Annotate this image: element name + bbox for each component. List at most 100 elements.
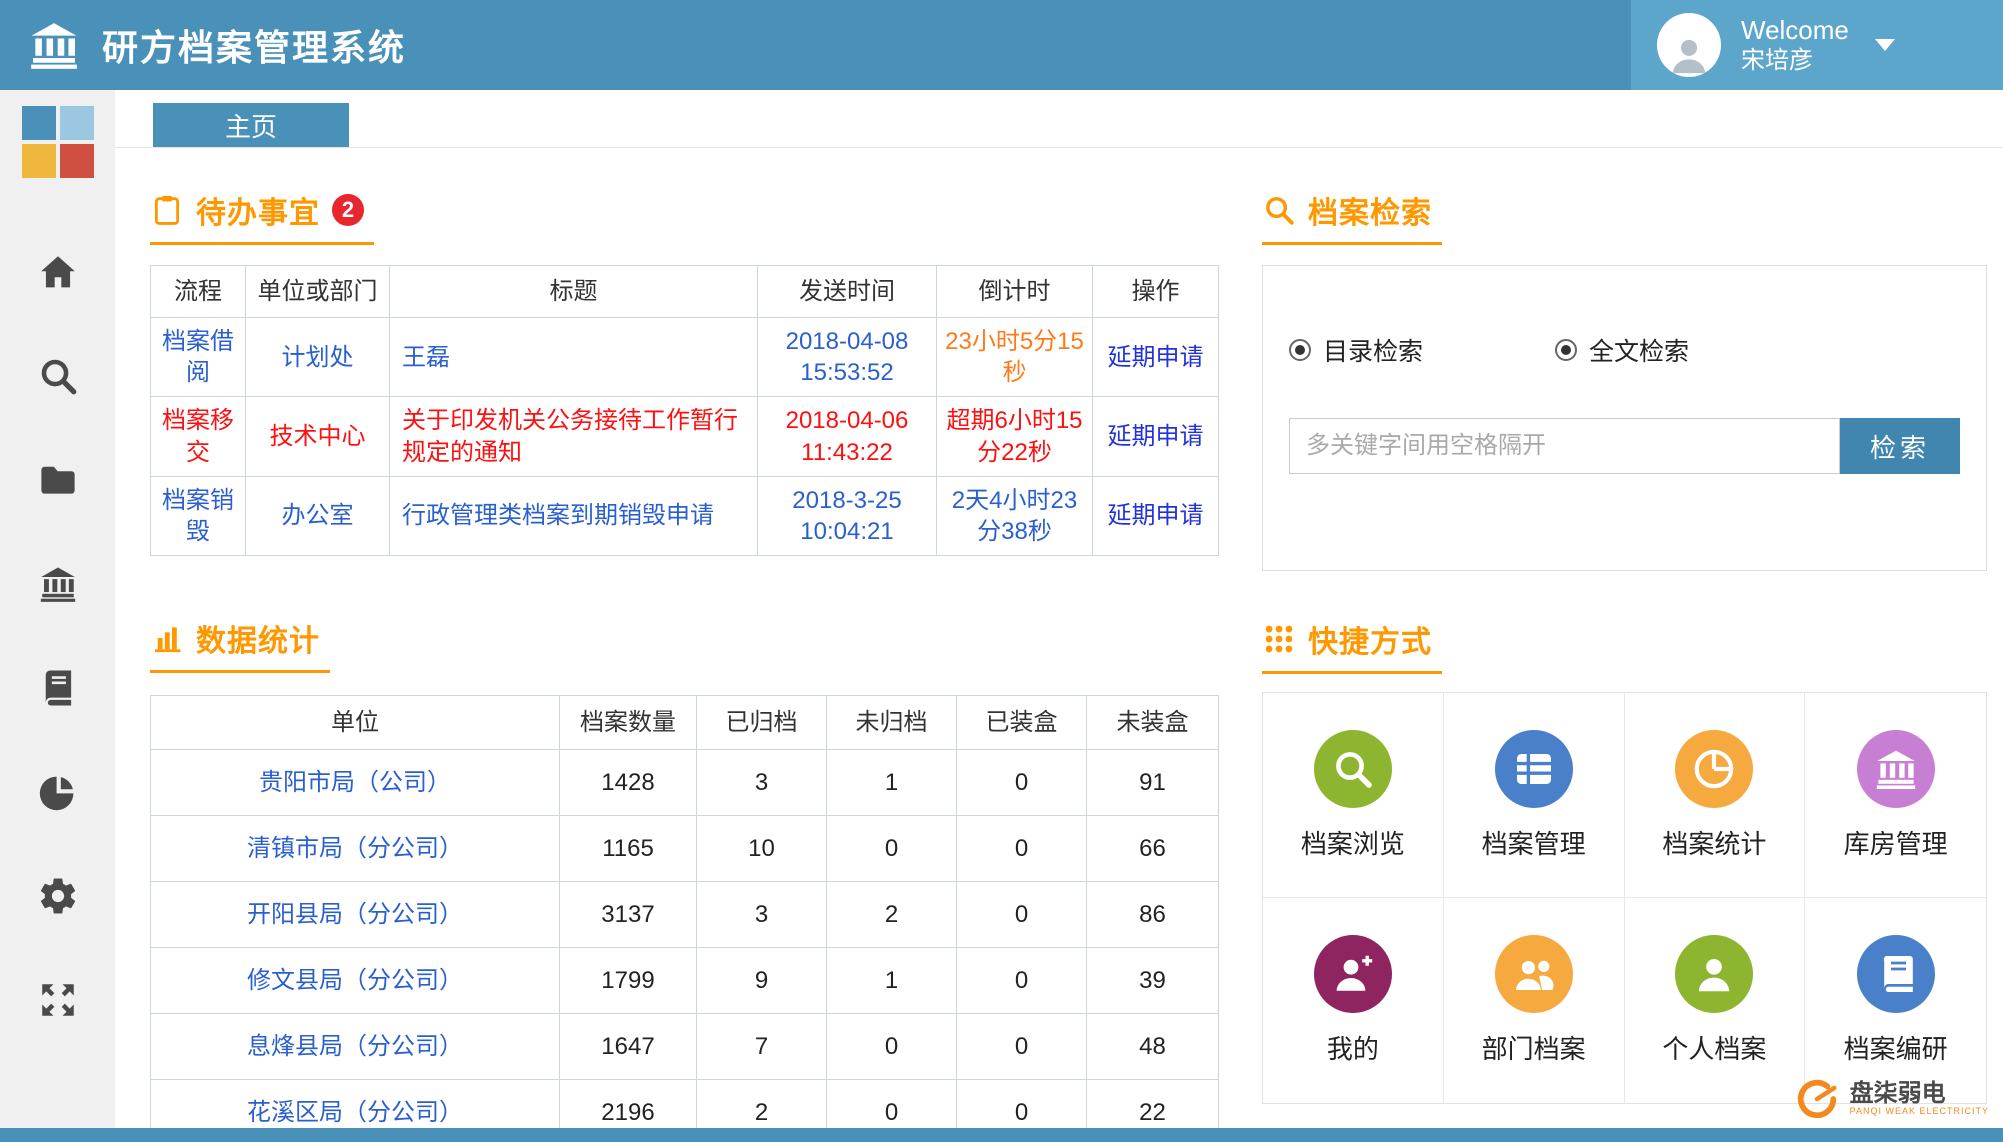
stats-value: 0 (956, 947, 1087, 1015)
search-icon (41, 359, 76, 395)
shortcut-item[interactable]: 我的 (1263, 898, 1444, 1103)
watermark-logo-icon (1797, 1079, 1837, 1119)
shortcut-item[interactable]: 档案浏览 (1263, 693, 1444, 898)
book-icon (1856, 935, 1935, 1013)
folder-icon (40, 466, 75, 494)
todo-process-link[interactable]: 档案借阅 (150, 316, 246, 398)
todo-title: 待办事宜 (196, 197, 320, 230)
stats-row: 清镇市局（分公司） 1165 10 0 0 66 (150, 815, 1219, 883)
search-button[interactable]: 检索 (1840, 418, 1960, 474)
shortcut-label: 库房管理 (1843, 828, 1948, 859)
sidebar-item-statistics[interactable] (35, 770, 81, 814)
stats-value: 86 (1086, 881, 1219, 949)
pie-chart-icon (39, 776, 73, 811)
stats-title: 数据统计 (196, 625, 320, 659)
stats-table: 单位 档案数量 已归档 未归档 已装盒 未装盒 贵阳市局（公司） 1428 3 1 0 9… (150, 695, 1219, 1142)
todo-section-header: 待办事宜 2 (150, 188, 374, 245)
stats-col-header: 已归档 (696, 695, 827, 751)
shortcut-item[interactable]: 个人档案 (1624, 898, 1806, 1103)
stats-value: 1 (826, 749, 957, 817)
todo-countdown: 2天4小时23分38秒 (936, 475, 1093, 557)
radio-option-fulltext[interactable]: 全文检索 (1555, 332, 1689, 368)
content: 待办事宜 2 流程 单位或部门 标题 发送时间 倒计时 操作 档案借阅 计划处 … (115, 148, 2003, 1142)
bank-icon (1856, 729, 1935, 808)
stats-value: 0 (956, 1013, 1087, 1081)
stats-value: 0 (826, 1013, 957, 1081)
shortcut-item[interactable]: 库房管理 (1805, 693, 1986, 898)
todo-subject-link[interactable]: 关于印发机关公务接待工作暂行规定的通知 (389, 396, 758, 477)
stats-value: 91 (1086, 749, 1219, 817)
app-window: 研方档案管理系统 Welcome 宋培彦 主页 待办事宜 2 流程 单位或部门 … (0, 0, 2003, 1142)
person-icon (1675, 935, 1754, 1013)
watermark: 盘柒弱电 PANQI WEAK ELECTRICITY (1794, 1076, 1989, 1122)
sidebar-nav (0, 250, 115, 1022)
todo-process-link[interactable]: 档案销毁 (150, 475, 246, 557)
stats-value: 66 (1086, 815, 1219, 883)
stats-row: 息烽县局（分公司） 1647 7 0 0 48 (150, 1013, 1219, 1081)
shortcut-label: 个人档案 (1662, 1034, 1767, 1064)
todo-subject-link[interactable]: 王磊 (389, 316, 758, 398)
stats-header-row: 单位 档案数量 已归档 未归档 已装盒 未装盒 (150, 695, 1219, 751)
shortcut-item[interactable]: 档案编研 (1805, 898, 1986, 1103)
search-section: 档案检索 目录检索 全文检索 多关键字间用空格隔开 检索 (1262, 188, 1987, 571)
todo-send-time: 2018-3-25 10:04:21 (757, 475, 937, 557)
sidebar-item-research[interactable] (35, 666, 81, 710)
stats-table-body: 贵阳市局（公司） 1428 3 1 0 91 清镇市局（分公司） 1165 10 0 0 66 开阳县局… (150, 749, 1219, 1142)
todo-action-link[interactable]: 延期申请 (1092, 396, 1219, 477)
sidebar-item-search[interactable] (35, 354, 81, 398)
stats-value: 2 (826, 881, 957, 949)
todo-table-body: 档案借阅 计划处 王磊 2018-04-08 15:53:52 23小时5分15秒 延期申… (150, 316, 1219, 557)
bar-chart-icon (154, 627, 181, 653)
shortcut-label: 档案管理 (1481, 828, 1586, 859)
todo-dept: 办公室 (245, 475, 390, 557)
stats-section-header: 数据统计 (150, 616, 330, 674)
stats-unit-link[interactable]: 贵阳市局（公司） (150, 749, 560, 817)
shortcut-label: 档案统计 (1662, 828, 1767, 859)
stats-col-header: 档案数量 (559, 695, 697, 751)
stats-value: 0 (956, 749, 1087, 817)
person-plus-icon (1313, 935, 1392, 1013)
stats-unit-link[interactable]: 清镇市局（分公司） (150, 815, 560, 883)
sidebar-item-fullscreen[interactable] (35, 978, 81, 1022)
shortcut-grid: 档案浏览 档案管理 档案统计 库房管理我的 部门档案 个人档案 档案编研 (1262, 692, 1987, 1104)
sidebar-item-home[interactable] (35, 250, 81, 294)
shortcut-item[interactable]: 档案统计 (1624, 693, 1806, 898)
user-menu[interactable]: Welcome 宋培彦 (1631, 0, 2003, 90)
sidebar-item-archives[interactable] (35, 458, 81, 502)
people-icon (1494, 935, 1573, 1013)
stats-row: 开阳县局（分公司） 3137 3 2 0 86 (150, 881, 1219, 949)
radio-label: 目录检索 (1323, 338, 1424, 366)
todo-table: 流程 单位或部门 标题 发送时间 倒计时 操作 档案借阅 计划处 王磊 2018-04… (150, 265, 1219, 557)
watermark-name: 盘柒弱电 (1849, 1079, 1946, 1107)
sidebar-item-settings[interactable] (35, 874, 81, 918)
tab-home[interactable]: 主页 (153, 103, 349, 147)
book-icon (45, 670, 71, 706)
stats-row: 贵阳市局（公司） 1428 3 1 0 91 (150, 749, 1219, 817)
app-title: 研方档案管理系统 (102, 27, 407, 68)
shortcut-item[interactable]: 档案管理 (1443, 693, 1625, 898)
sidebar-item-repository[interactable] (35, 562, 81, 606)
right-column: 档案检索 目录检索 全文检索 多关键字间用空格隔开 检索 快捷方式 档案浏览 档… (1262, 188, 1987, 1142)
todo-action-link[interactable]: 延期申请 (1092, 316, 1219, 398)
clipboard-icon (154, 195, 180, 225)
keyword-input[interactable] (1289, 418, 1840, 474)
todo-action-link[interactable]: 延期申请 (1092, 475, 1219, 557)
pie-icon (1675, 729, 1754, 808)
stats-value: 7 (696, 1013, 827, 1081)
username: 宋培彦 (1741, 47, 1813, 75)
stats-unit-link[interactable]: 开阳县局（分公司） (150, 881, 560, 949)
search-section-header: 档案检索 (1262, 188, 1442, 245)
table-icon (1494, 729, 1573, 808)
todo-header-row: 流程 单位或部门 标题 发送时间 倒计时 操作 (150, 265, 1219, 318)
todo-subject-link[interactable]: 行政管理类档案到期销毁申请 (389, 475, 758, 557)
magnifier-icon (1313, 729, 1392, 808)
shortcut-item[interactable]: 部门档案 (1443, 898, 1625, 1103)
todo-process-link[interactable]: 档案移交 (150, 396, 246, 477)
radio-option-catalog[interactable]: 目录检索 (1289, 332, 1423, 368)
stats-value: 48 (1086, 1013, 1219, 1081)
stats-unit-link[interactable]: 修文县局（分公司） (150, 947, 560, 1015)
stats-value: 0 (826, 815, 957, 883)
stats-value: 1799 (559, 947, 697, 1015)
stats-col-header: 已装盒 (956, 695, 1087, 751)
stats-unit-link[interactable]: 息烽县局（分公司） (150, 1013, 560, 1081)
